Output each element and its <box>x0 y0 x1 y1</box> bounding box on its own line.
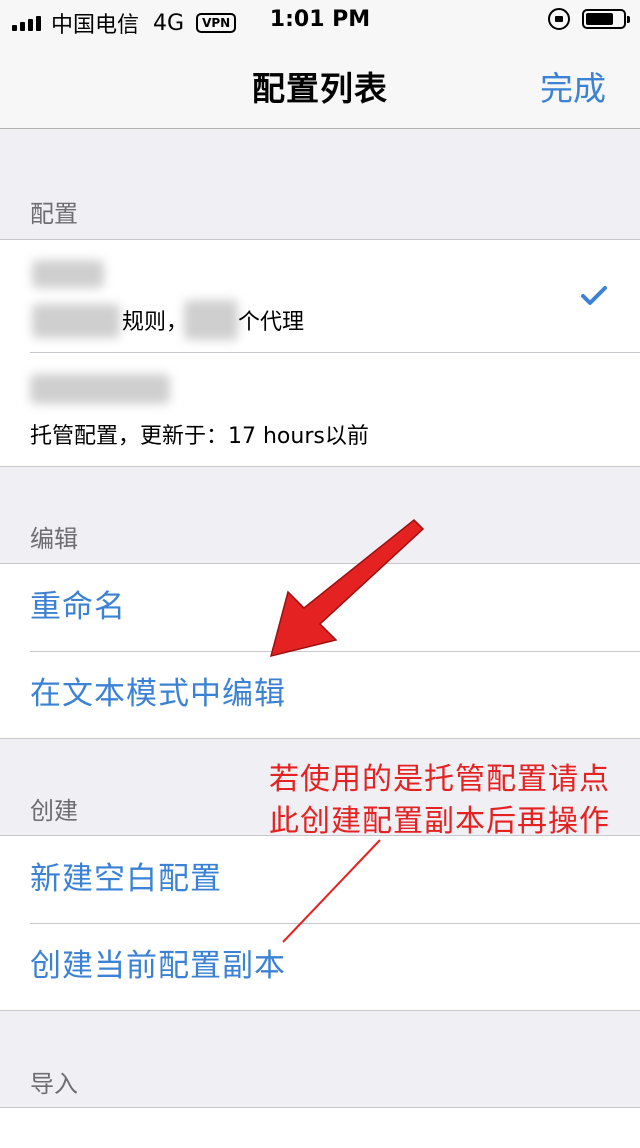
annotation-pointer-line <box>282 839 381 943</box>
annotation-line-1: 若使用的是托管配置请点 <box>269 762 610 797</box>
annotation-arrow-icon <box>269 518 425 658</box>
annotation-line-2: 此创建配置副本后再操作 <box>269 804 610 839</box>
annotation-note: 若使用的是托管配置请点 此创建配置副本后再操作 <box>226 759 610 843</box>
annotation-overlay <box>269 518 425 943</box>
